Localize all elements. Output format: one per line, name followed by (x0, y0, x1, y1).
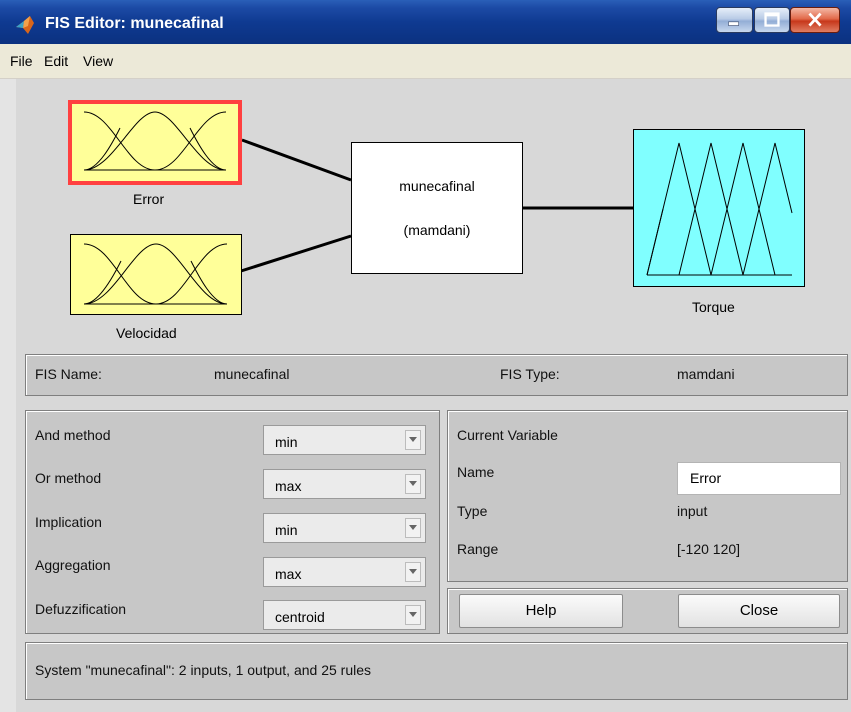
window-title: FIS Editor: munecafinal (45, 15, 224, 32)
connector-velocidad-to-system (240, 234, 352, 273)
variable-type-value: input (677, 503, 708, 519)
membership-functions-icon (83, 243, 228, 305)
and-method-dropdown[interactable]: min (263, 425, 426, 455)
variable-name-label: Name (457, 464, 495, 480)
minimize-icon (728, 21, 739, 26)
maximize-icon (764, 12, 780, 27)
close-window-button[interactable] (790, 7, 840, 33)
system-name-label: munecafinal (399, 178, 475, 194)
left-margin-strip (0, 79, 16, 712)
aggregation-label: Aggregation (35, 557, 111, 573)
maximize-button[interactable] (754, 7, 790, 33)
connector-error-to-system (241, 138, 352, 182)
minimize-button[interactable] (716, 7, 753, 33)
title-bar[interactable]: FIS Editor: munecafinal (0, 0, 851, 44)
aggregation-value: max (275, 566, 302, 582)
menu-file[interactable]: File (10, 53, 33, 69)
fis-name-label: FIS Name: (35, 366, 102, 382)
implication-dropdown[interactable]: min (263, 513, 426, 543)
output-variable-torque[interactable] (633, 129, 805, 287)
fis-type-label: FIS Type: (500, 366, 560, 382)
current-variable-panel: Current Variable Name Type input Range [… (447, 410, 848, 582)
chevron-down-icon[interactable] (405, 518, 421, 538)
and-method-value: min (275, 434, 298, 450)
buttons-panel: Help Close (447, 588, 848, 634)
current-variable-heading: Current Variable (457, 427, 558, 443)
methods-panel: And method min Or method max Implication… (25, 410, 440, 634)
or-method-dropdown[interactable]: max (263, 469, 426, 499)
output-label-torque: Torque (692, 299, 735, 315)
membership-functions-icon (646, 142, 793, 276)
and-method-label: And method (35, 427, 111, 443)
fis-name-value: munecafinal (214, 366, 290, 382)
status-text: System "munecafinal": 2 inputs, 1 output… (35, 662, 372, 678)
fis-type-value: mamdani (677, 366, 735, 382)
menu-edit[interactable]: Edit (44, 53, 68, 69)
aggregation-dropdown[interactable]: max (263, 557, 426, 587)
input-label-error: Error (133, 191, 165, 207)
membership-functions-icon (83, 111, 227, 171)
defuzzification-label: Defuzzification (35, 601, 127, 617)
defuzzification-value: centroid (275, 609, 325, 625)
status-panel: System "munecafinal": 2 inputs, 1 output… (25, 642, 848, 700)
implication-value: min (275, 522, 298, 538)
chevron-down-icon[interactable] (405, 430, 421, 450)
input-variable-velocidad[interactable] (70, 234, 242, 315)
fis-diagram: Error Velocidad munecafinal (mamdani) To… (16, 79, 851, 344)
matlab-logo-icon (16, 16, 34, 34)
system-type-label: (mamdani) (403, 222, 471, 238)
variable-range-value: [-120 120] (677, 541, 741, 557)
close-x-icon (808, 12, 822, 27)
or-method-value: max (275, 478, 302, 494)
chevron-down-icon[interactable] (405, 474, 421, 494)
defuzzification-dropdown[interactable]: centroid (263, 600, 426, 630)
implication-label: Implication (35, 514, 102, 530)
input-variable-error[interactable] (68, 100, 242, 185)
input-label-velocidad: Velocidad (116, 325, 177, 341)
fis-editor-window: FIS Editor: munecafinal File Edit View E… (0, 0, 851, 712)
help-button[interactable]: Help (459, 594, 623, 628)
menu-bar: File Edit View (0, 44, 851, 79)
menu-view[interactable]: View (83, 53, 113, 69)
variable-type-label: Type (457, 503, 488, 519)
variable-name-input[interactable]: Error (677, 462, 841, 495)
fis-info-panel: FIS Name: munecafinal FIS Type: mamdani (25, 354, 848, 396)
or-method-label: Or method (35, 470, 102, 486)
fis-system-block[interactable]: munecafinal (mamdani) (351, 142, 523, 274)
close-button[interactable]: Close (678, 594, 840, 628)
chevron-down-icon[interactable] (405, 605, 421, 625)
variable-range-label: Range (457, 541, 499, 557)
chevron-down-icon[interactable] (405, 562, 421, 582)
client-area: Error Velocidad munecafinal (mamdani) To… (0, 79, 851, 712)
